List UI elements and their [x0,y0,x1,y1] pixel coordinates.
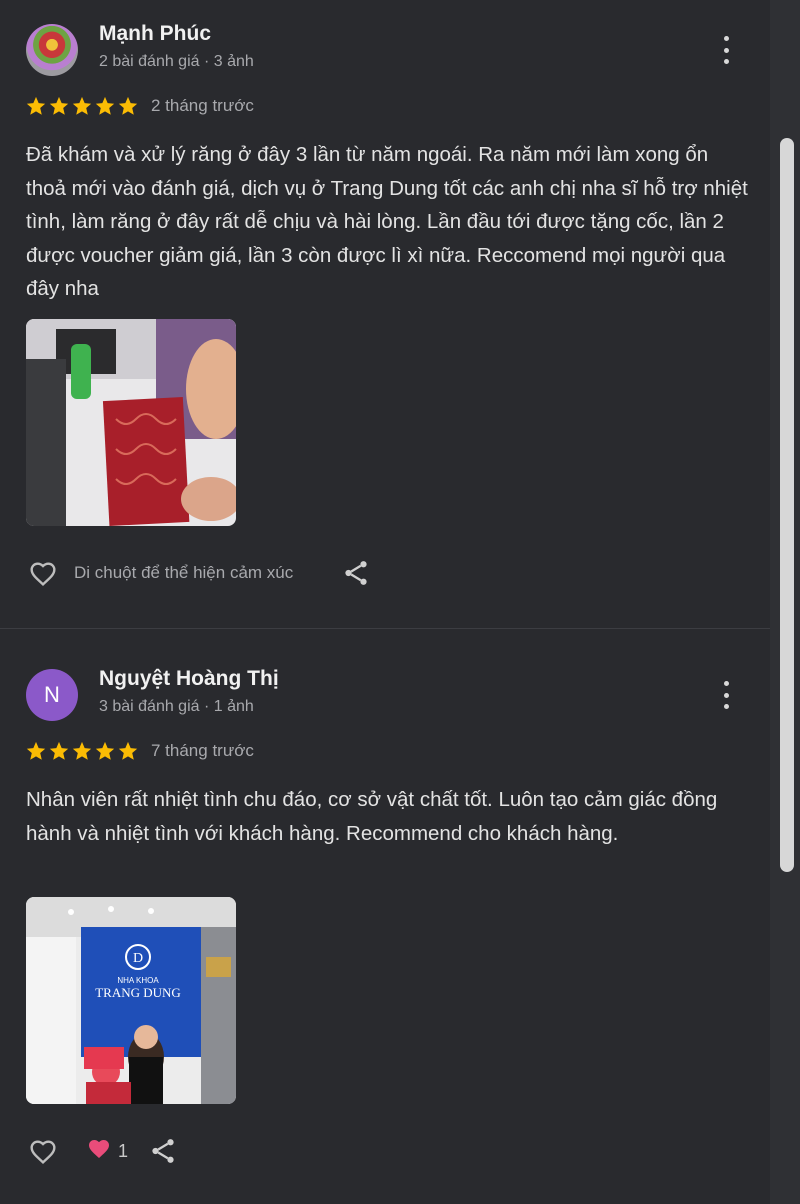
avatar[interactable]: N [26,669,78,721]
scrollbar-thumb[interactable] [780,138,794,872]
review-time: 7 tháng trước [151,741,254,760]
reaction-hint: Di chuột để thể hiện cảm xúc [74,563,294,582]
star-icon [49,741,69,760]
star-icon [118,96,138,115]
share-icon[interactable] [341,558,371,588]
star-rating [25,95,139,119]
review-divider [0,628,770,629]
avatar[interactable] [26,24,78,76]
star-icon [72,741,92,760]
reviewer-name[interactable]: Nguyệt Hoàng Thị [99,667,279,691]
star-icon [26,96,46,115]
reviewer-name[interactable]: Mạnh Phúc [99,22,211,46]
photo-clinic-reception: D NHA KHOA TRANG DUNG [26,897,236,1104]
clinic-sign-line2: TRANG DUNG [95,985,181,1000]
reviewer-meta: 2 bài đánh giá · 3 ảnh [99,53,254,70]
star-icon [26,741,46,760]
review-text: Đã khám và xử lý răng ở đây 3 lần từ năm… [26,143,748,300]
liked-heart-icon[interactable] [86,1137,112,1166]
reaction-count: 1 [118,1140,129,1161]
star-icon [118,741,138,760]
star-icon [95,96,115,115]
review-text: Nhân viên rất nhiệt tình chu đáo, cơ sở … [26,788,718,845]
review-actions: 1 [26,1135,178,1167]
more-options-button[interactable] [712,679,740,711]
star-icon [49,96,69,115]
star-icon [72,96,92,115]
share-icon[interactable] [148,1136,178,1166]
review-photo[interactable]: D NHA KHOA TRANG DUNG [26,897,236,1104]
clinic-logo-letter: D [133,951,143,966]
scrollbar-track[interactable] [770,0,800,1204]
review-time: 2 tháng trước [151,96,254,115]
reviewer-meta: 3 bài đánh giá · 1 ảnh [99,698,254,715]
review-actions: Di chuột để thể hiện cảm xúc [26,557,371,589]
heart-icon[interactable] [26,557,60,589]
star-icon [95,741,115,760]
clinic-sign-line1: NHA KHOA [117,976,159,985]
review-photo[interactable] [26,319,236,526]
photo-red-envelope [26,319,236,526]
star-rating [25,740,139,764]
heart-icon[interactable] [26,1135,60,1167]
more-options-button[interactable] [712,34,740,66]
